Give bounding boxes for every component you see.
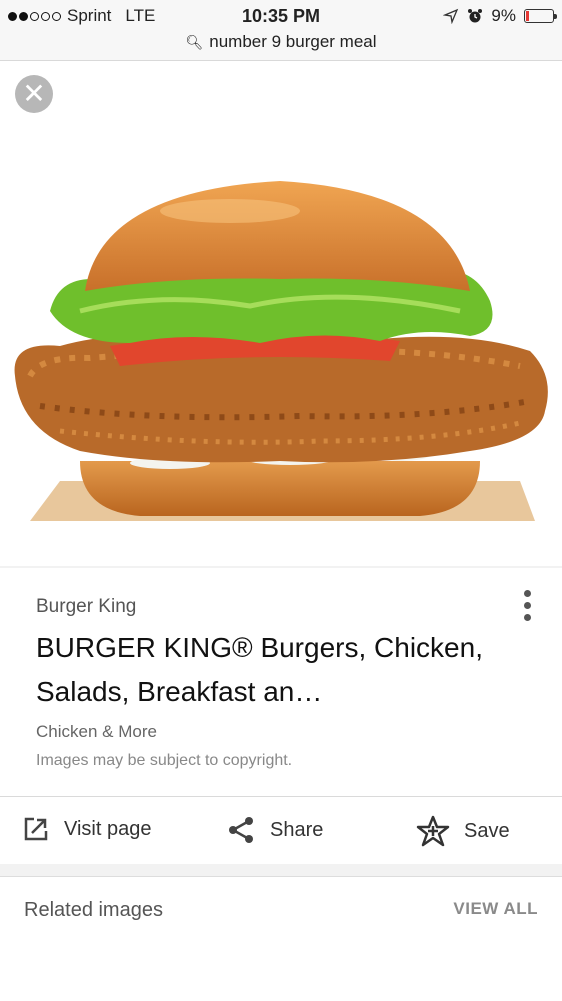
status-bar: Sprint LTE 10:35 PM 9% 🔍︎ number 9 burger… [0, 0, 562, 61]
related-images-section: Related images VIEW ALL [0, 876, 562, 1001]
search-icon: 🔍︎ [185, 34, 204, 50]
source-name[interactable]: Burger King [36, 596, 136, 618]
action-bar: Visit page Share Save [0, 796, 562, 865]
share-icon [229, 817, 253, 843]
share-button[interactable]: Share [226, 815, 323, 845]
visit-page-label: Visit page [64, 817, 152, 840]
url-bar[interactable]: 🔍︎ number 9 burger meal [0, 32, 562, 52]
view-all-button[interactable]: VIEW ALL [453, 899, 538, 919]
alarm-icon [468, 9, 483, 23]
result-title[interactable]: BURGER KING® Burgers, Chicken, Salads, B… [36, 626, 506, 714]
visit-page-button[interactable]: Visit page [22, 815, 151, 843]
image-viewer: ✕ [0, 61, 562, 566]
save-button[interactable]: Save [416, 815, 510, 847]
save-label: Save [464, 819, 510, 842]
close-icon: ✕ [22, 78, 46, 109]
share-label: Share [270, 818, 324, 841]
open-external-icon [24, 817, 48, 841]
more-options-icon[interactable] [522, 590, 532, 621]
location-arrow-icon [443, 8, 459, 24]
copyright-note: Images may be subject to copyright. [36, 752, 293, 769]
star-save-icon [416, 815, 450, 847]
related-images-heading: Related images [24, 899, 163, 921]
status-icons: 9% [443, 6, 557, 26]
url-text: number 9 burger meal [209, 32, 377, 51]
battery-percent: 9% [491, 6, 516, 25]
battery-icon [524, 9, 557, 23]
result-description: Chicken & More [36, 722, 157, 741]
result-card: Burger King BURGER KING® Burgers, Chicke… [0, 568, 562, 864]
chicken-sandwich-image [14, 181, 548, 521]
close-button[interactable]: ✕ [15, 75, 53, 113]
